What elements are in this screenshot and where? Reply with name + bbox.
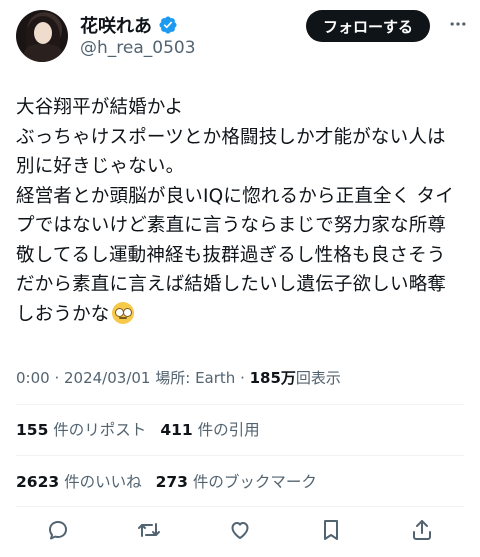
display-name[interactable]: 花咲れあ	[80, 12, 152, 38]
tweet-time[interactable]: 0:00	[16, 369, 50, 387]
quotes-label: 件の引用	[197, 421, 260, 439]
rolling-eyes-emoji-icon	[111, 301, 134, 324]
handle[interactable]: @h_rea_0503	[80, 38, 196, 58]
divider	[16, 506, 464, 507]
tweet-date[interactable]: 2024/03/01	[64, 369, 150, 387]
tweet-line: 敬してるし運動神経も抜群過ぎるし性格も良さそう	[16, 244, 446, 266]
follow-button[interactable]: フォローする	[306, 10, 430, 42]
reposts-count: 155	[16, 421, 49, 439]
stats-row-likes: 2623 件のいいね 273 件のブックマーク	[16, 470, 317, 492]
tweet-line-last: しおうかな	[16, 300, 468, 330]
divider	[16, 404, 464, 405]
more-options-icon[interactable]	[448, 14, 468, 34]
likes-stat[interactable]: 2623 件のいいね	[16, 470, 142, 492]
avatar-face	[34, 22, 52, 44]
quotes-stat[interactable]: 411 件の引用	[160, 418, 259, 440]
divider	[16, 455, 464, 456]
tweet-location: 場所: Earth	[155, 369, 236, 387]
reposts-stat[interactable]: 155 件のリポスト	[16, 418, 146, 440]
avatar-body	[24, 44, 62, 62]
views-label: 回表示	[295, 369, 341, 387]
like-icon[interactable]	[227, 517, 253, 543]
tweet-line: 経営者とか頭脳が良いIQに惚れるから正直全く タイ	[16, 185, 454, 207]
tweet-text: 大谷翔平が結婚かよ ぶっちゃけスポーツとか格闘技しか才能がない人は 別に好きじゃ…	[16, 93, 468, 329]
avatar[interactable]	[16, 10, 68, 62]
bookmark-icon[interactable]	[318, 517, 344, 543]
views-count: 185万	[249, 369, 296, 387]
tweet-line: プではないけど素直に言うならまじで努力家な所尊	[16, 215, 447, 236]
tweet-card: 花咲れあ @h_rea_0503 フォローする 大谷翔平が結婚かよ ぶっちゃけス…	[0, 0, 480, 557]
likes-label: 件のいいね	[64, 473, 142, 491]
action-bar	[0, 512, 480, 548]
tweet-meta: 0:00 · 2024/03/01 場所: Earth · 185万回表示	[16, 367, 341, 388]
verified-badge-icon	[158, 15, 178, 35]
repost-icon[interactable]	[136, 517, 162, 543]
tweet-line: だから素直に言えば結婚したいし遺伝子欲しい略奪	[16, 274, 447, 295]
tweet-line: しおうかな	[16, 303, 110, 325]
display-name-row[interactable]: 花咲れあ	[80, 12, 178, 38]
share-icon[interactable]	[409, 517, 435, 543]
tweet-line: 別に好きじゃない。	[16, 156, 185, 177]
stats-row-reposts: 155 件のリポスト 411 件の引用	[16, 418, 260, 440]
likes-count: 2623	[16, 473, 60, 491]
meta-separator: ·	[49, 369, 64, 387]
tweet-line: 大谷翔平が結婚かよ	[16, 97, 184, 118]
meta-separator: ·	[235, 369, 250, 387]
bookmarks-count: 273	[155, 473, 188, 491]
tweet-line: ぶっちゃけスポーツとか格闘技しか才能がない人は	[16, 126, 446, 148]
bookmarks-stat[interactable]: 273 件のブックマーク	[156, 470, 317, 492]
quotes-count: 411	[160, 421, 193, 439]
reposts-label: 件のリポスト	[53, 421, 147, 439]
reply-icon[interactable]	[45, 517, 71, 543]
bookmarks-label: 件のブックマーク	[192, 473, 317, 491]
